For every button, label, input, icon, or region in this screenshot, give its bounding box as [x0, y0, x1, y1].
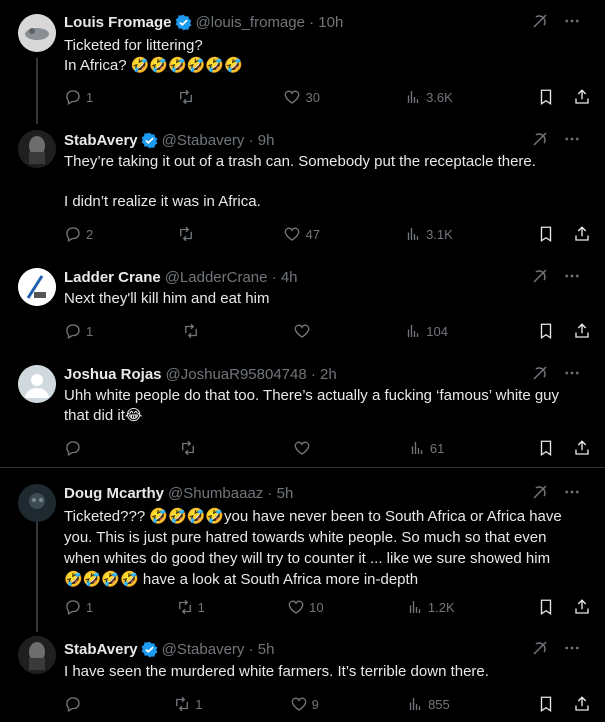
- author-name[interactable]: Ladder Crane: [64, 269, 161, 286]
- author-handle[interactable]: @Shumbaaaz · 5h: [168, 485, 293, 502]
- view-count: 61: [429, 440, 445, 456]
- tweet-text: They’re taking it out of a trash can. So…: [64, 153, 536, 210]
- author-name[interactable]: StabAvery: [64, 641, 138, 658]
- avatar[interactable]: [18, 14, 56, 52]
- like-button[interactable]: 10: [287, 598, 324, 616]
- grok-icon[interactable]: [531, 364, 549, 382]
- bookmark-icon[interactable]: [537, 88, 555, 106]
- repost-button[interactable]: [177, 225, 199, 243]
- share-icon[interactable]: [573, 88, 591, 106]
- views-button[interactable]: 61: [408, 439, 444, 457]
- share-icon[interactable]: [573, 598, 591, 616]
- verified-badge-icon: [141, 132, 158, 149]
- grok-icon[interactable]: [531, 639, 549, 657]
- avatar[interactable]: [18, 365, 56, 403]
- grok-icon[interactable]: [531, 267, 549, 285]
- tweet-text: Next they'll kill him and eat him: [64, 290, 270, 307]
- like-button[interactable]: [293, 322, 315, 340]
- view-count: 3.6K: [426, 89, 453, 105]
- more-options-icon[interactable]: [563, 267, 581, 285]
- bookmark-icon[interactable]: [537, 225, 555, 243]
- like-count: 9: [311, 696, 319, 712]
- grok-icon[interactable]: [531, 483, 549, 501]
- like-count: 47: [305, 226, 320, 242]
- bookmark-icon[interactable]: [537, 598, 555, 616]
- reply-button[interactable]: [64, 695, 86, 713]
- author-handle[interactable]: @JoshuaR95804748 · 2h: [166, 366, 337, 383]
- reply-button[interactable]: [64, 439, 86, 457]
- share-icon[interactable]: [573, 695, 591, 713]
- tweet[interactable]: Joshua Rojas @JoshuaR95804748 · 2h Uhh w…: [0, 356, 605, 467]
- repost-count: 1: [197, 599, 205, 615]
- view-count: 855: [428, 696, 450, 712]
- tweet-text: I have seen the murdered white farmers. …: [64, 663, 489, 680]
- reply-button[interactable]: 1: [64, 88, 93, 106]
- like-button[interactable]: 47: [283, 225, 320, 243]
- author-handle[interactable]: @Stabavery · 5h: [162, 641, 275, 658]
- views-button[interactable]: 1.2K: [406, 598, 455, 616]
- more-options-icon[interactable]: [563, 12, 581, 30]
- bookmark-icon[interactable]: [537, 322, 555, 340]
- repost-button[interactable]: [182, 322, 204, 340]
- repost-button[interactable]: [179, 439, 201, 457]
- grok-icon[interactable]: [531, 12, 549, 30]
- tweet[interactable]: Doug Mcarthy @Shumbaaaz · 5h Ticketed???…: [0, 468, 605, 628]
- reply-button[interactable]: 1: [64, 322, 93, 340]
- reply-count: 1: [86, 599, 94, 615]
- views-button[interactable]: 104: [404, 322, 448, 340]
- avatar[interactable]: [18, 484, 56, 522]
- tweet-text: Ticketed for littering? In Africa? 🤣🤣🤣🤣🤣…: [64, 37, 243, 74]
- reply-count: 1: [86, 89, 94, 105]
- author-name[interactable]: StabAvery: [64, 132, 138, 149]
- avatar[interactable]: [18, 636, 56, 674]
- reply-count: 1: [86, 323, 94, 339]
- verified-badge-icon: [141, 641, 158, 658]
- repost-button[interactable]: 1: [176, 598, 205, 616]
- views-button[interactable]: 3.6K: [404, 88, 453, 106]
- tweet[interactable]: Louis Fromage @louis_fromage · 10h Ticke…: [0, 0, 605, 120]
- view-count: 3.1K: [426, 226, 453, 242]
- reply-button[interactable]: 2: [64, 225, 93, 243]
- bookmark-icon[interactable]: [537, 439, 555, 457]
- tweet[interactable]: StabAvery @Stabavery · 5h I have seen th…: [0, 628, 605, 722]
- views-button[interactable]: 3.1K: [404, 225, 453, 243]
- repost-button[interactable]: 1: [173, 695, 202, 713]
- like-count: 30: [305, 89, 320, 105]
- avatar[interactable]: [18, 268, 56, 306]
- views-button[interactable]: 855: [406, 695, 450, 713]
- tweet[interactable]: Ladder Crane @LadderCrane · 4h Next they…: [0, 260, 605, 356]
- view-count: 104: [426, 323, 448, 339]
- more-options-icon[interactable]: [563, 483, 581, 501]
- author-name[interactable]: Doug Mcarthy: [64, 485, 164, 502]
- tweet-text: Uhh white people do that too. There’s ac…: [64, 387, 560, 424]
- like-button[interactable]: 9: [290, 695, 319, 713]
- repost-button[interactable]: [177, 88, 199, 106]
- like-button[interactable]: [293, 439, 315, 457]
- like-count: 10: [309, 599, 324, 615]
- like-button[interactable]: 30: [283, 88, 320, 106]
- grok-icon[interactable]: [531, 130, 549, 148]
- more-options-icon[interactable]: [563, 364, 581, 382]
- reply-count: 2: [86, 226, 94, 242]
- more-options-icon[interactable]: [563, 130, 581, 148]
- share-icon[interactable]: [573, 439, 591, 457]
- repost-count: 1: [195, 696, 203, 712]
- view-count: 1.2K: [427, 599, 455, 615]
- share-icon[interactable]: [573, 322, 591, 340]
- author-name[interactable]: Joshua Rojas: [64, 366, 162, 383]
- tweet[interactable]: StabAvery @Stabavery · 9h They’re taking…: [0, 120, 605, 260]
- author-handle[interactable]: @louis_fromage · 10h: [196, 14, 344, 31]
- tweet-text: Ticketed??? 🤣🤣🤣🤣you have never been to S…: [64, 508, 562, 588]
- more-options-icon[interactable]: [563, 639, 581, 657]
- bookmark-icon[interactable]: [537, 695, 555, 713]
- avatar[interactable]: [18, 130, 56, 168]
- author-handle[interactable]: @LadderCrane · 4h: [165, 269, 298, 286]
- author-handle[interactable]: @Stabavery · 9h: [162, 132, 275, 149]
- share-icon[interactable]: [573, 225, 591, 243]
- author-name[interactable]: Louis Fromage: [64, 14, 172, 31]
- reply-button[interactable]: 1: [64, 598, 93, 616]
- verified-badge-icon: [175, 14, 192, 31]
